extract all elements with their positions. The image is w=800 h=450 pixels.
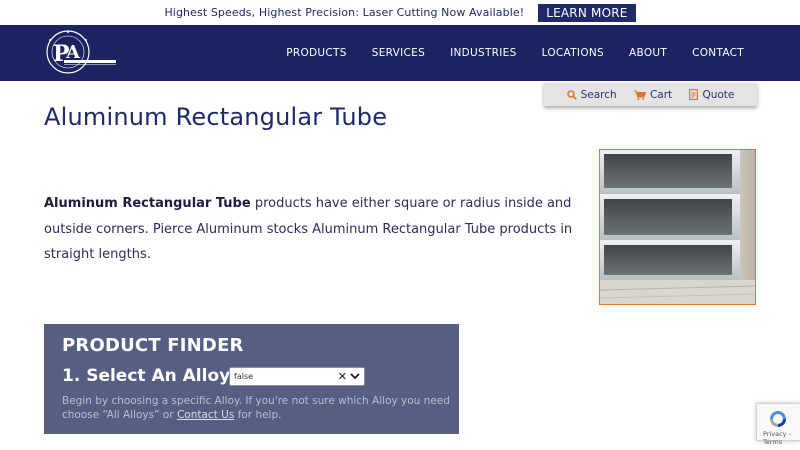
clear-icon[interactable]: ✕ xyxy=(338,370,347,383)
nav-industries[interactable]: INDUSTRIES xyxy=(450,47,517,59)
nav-services[interactable]: SERVICES xyxy=(372,47,425,59)
utility-bar: Search Cart Quote xyxy=(544,83,757,106)
alloy-select-value: false xyxy=(234,372,254,381)
product-image xyxy=(599,149,756,305)
search-link[interactable]: Search xyxy=(566,88,617,101)
pierce-aluminum-logo[interactable]: P A xyxy=(44,27,118,79)
main-nav: PRODUCTS SERVICES INDUSTRIES LOCATIONS A… xyxy=(261,25,744,81)
cart-link[interactable]: Cart xyxy=(633,88,673,101)
chevron-down-icon[interactable] xyxy=(350,373,360,380)
alloy-select[interactable]: false ✕ xyxy=(229,367,365,386)
quote-link[interactable]: Quote xyxy=(689,89,734,101)
finder-title: PRODUCT FINDER xyxy=(62,335,244,356)
announcement-bar: Highest Speeds, Highest Precision: Laser… xyxy=(0,0,800,25)
search-icon xyxy=(566,89,577,100)
announcement-text: Highest Speeds, Highest Precision: Laser… xyxy=(164,6,525,19)
contact-us-link[interactable]: Contact Us xyxy=(177,409,234,421)
intro-paragraph: Aluminum Rectangular Tube products have … xyxy=(44,191,574,268)
product-finder: PRODUCT FINDER 1. Select An Alloy false … xyxy=(44,324,459,434)
nav-products[interactable]: PRODUCTS xyxy=(286,47,346,59)
nav-locations[interactable]: LOCATIONS xyxy=(542,47,604,59)
quote-icon xyxy=(689,89,699,100)
nav-contact[interactable]: CONTACT xyxy=(692,47,744,59)
finder-help-after: for help. xyxy=(234,408,282,421)
svg-text:A: A xyxy=(65,42,81,63)
nav-about[interactable]: ABOUT xyxy=(629,47,667,59)
cart-icon xyxy=(633,90,646,100)
cart-label: Cart xyxy=(649,88,673,101)
intro-bold: Aluminum Rectangular Tube xyxy=(44,196,251,211)
page-title: Aluminum Rectangular Tube xyxy=(44,103,388,131)
site-header: P A PRODUCTS SERVICES INDUSTRIES LOCATIO… xyxy=(0,25,800,81)
finder-step-label: 1. Select An Alloy xyxy=(62,366,231,386)
quote-label: Quote xyxy=(702,88,735,101)
recaptcha-text: Privacy - Terms xyxy=(763,430,791,446)
finder-help-text: Begin by choosing a specific Alloy. If y… xyxy=(62,395,452,422)
recaptcha-badge[interactable]: Privacy - Terms xyxy=(756,403,800,446)
search-label: Search xyxy=(580,88,617,101)
learn-more-button[interactable]: LEARN MORE xyxy=(538,3,636,22)
